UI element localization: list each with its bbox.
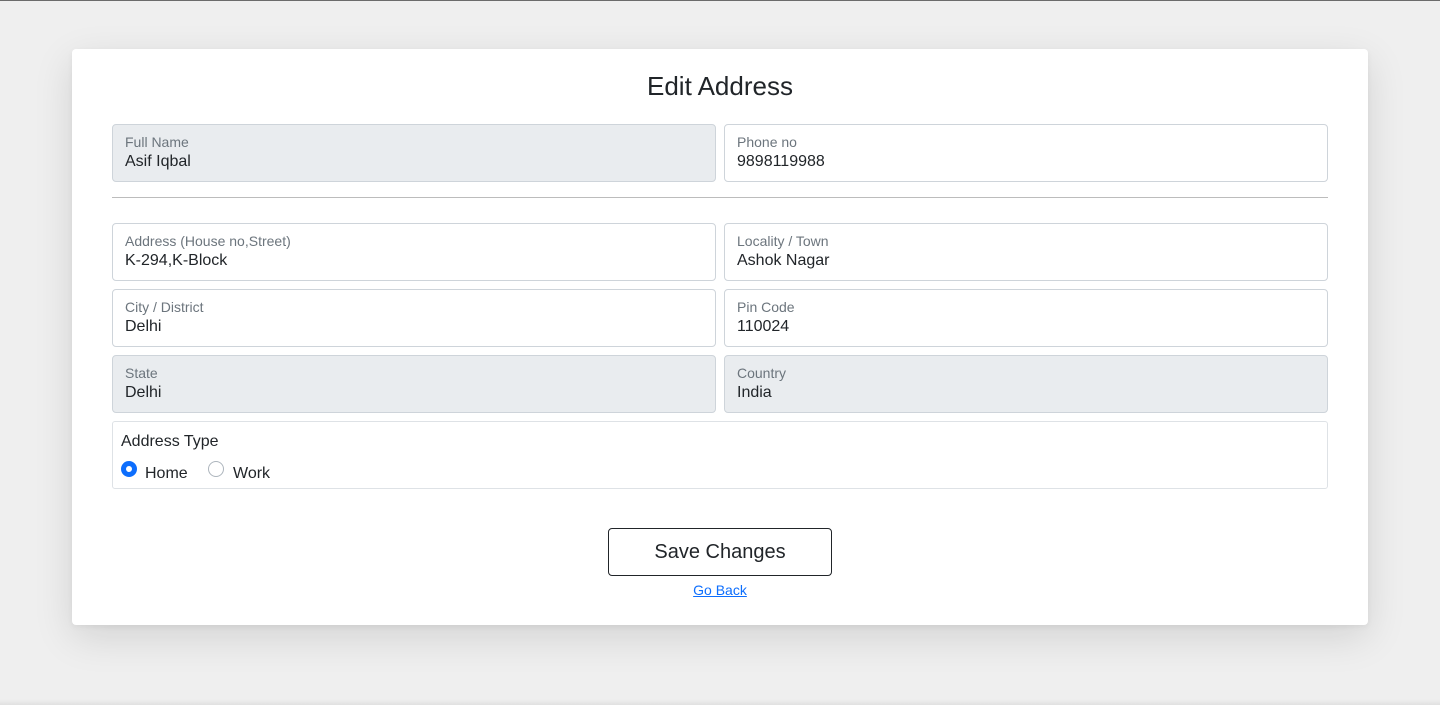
locality-field[interactable]: Locality / Town Ashok Nagar: [724, 223, 1328, 281]
work-radio-label[interactable]: Work: [233, 464, 270, 484]
state-field[interactable]: State Delhi: [112, 355, 716, 413]
address-label: Address (House no,Street): [125, 233, 291, 249]
save-changes-button[interactable]: Save Changes: [608, 528, 832, 576]
phone-label: Phone no: [737, 134, 797, 150]
home-radio-label[interactable]: Home: [145, 464, 188, 484]
country-label: Country: [737, 365, 787, 381]
address-field[interactable]: Address (House no,Street) K-294,K-Block: [112, 223, 716, 281]
locality-label: Locality / Town: [737, 233, 829, 249]
window-bottom-edge: [0, 699, 1440, 705]
page-title: Edit Address: [647, 71, 793, 101]
city-label: City / District: [125, 299, 204, 315]
address-type-group: Address Type Home Work: [112, 421, 1328, 489]
address-type-legend: Address Type: [121, 433, 219, 450]
address-value: K-294,K-Block: [125, 252, 228, 269]
city-field[interactable]: City / District Delhi: [112, 289, 716, 347]
phone-field[interactable]: Phone no 9898119988: [724, 124, 1328, 182]
full-name-value: Asif Iqbal: [125, 153, 191, 170]
city-value: Delhi: [125, 318, 162, 335]
section-divider: [112, 197, 1328, 198]
go-back-link[interactable]: Go Back: [693, 582, 747, 598]
full-name-label: Full Name: [125, 134, 189, 150]
country-value: India: [737, 384, 772, 401]
country-field[interactable]: Country India: [724, 355, 1328, 413]
full-name-field[interactable]: Full Name Asif Iqbal: [112, 124, 716, 182]
state-value: Delhi: [125, 384, 162, 401]
go-back-container: Go Back: [72, 581, 1368, 599]
pincode-label: Pin Code: [737, 299, 795, 315]
pincode-value: 110024: [737, 318, 790, 335]
home-radio[interactable]: [121, 461, 137, 477]
state-label: State: [125, 365, 158, 381]
phone-value: 9898119988: [737, 153, 825, 170]
pincode-field[interactable]: Pin Code 110024: [724, 289, 1328, 347]
edit-address-card: Edit Address Full Name Asif Iqbal Phone …: [72, 49, 1368, 625]
locality-value: Ashok Nagar: [737, 252, 830, 269]
work-radio[interactable]: [208, 461, 224, 477]
